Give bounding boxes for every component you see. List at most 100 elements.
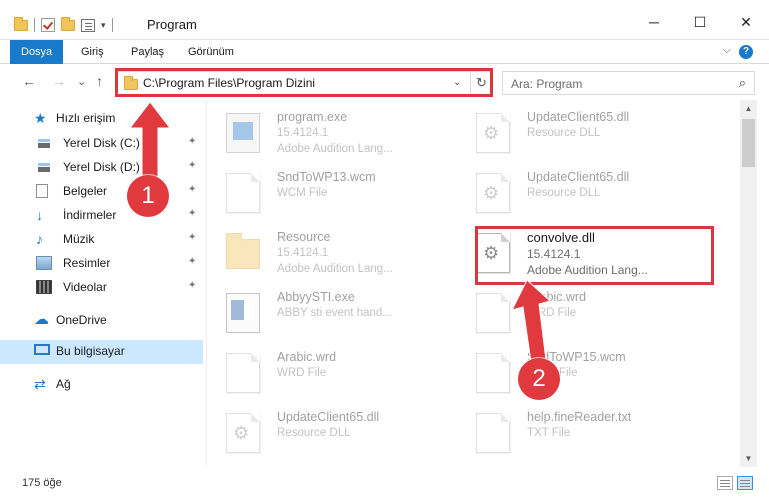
file-icon [476,293,510,333]
sidebar-item-videos[interactable]: Videolar ✦ [0,276,203,298]
ribbon-tabs: Dosya Giriş Paylaş Görünüm ⌵ ? [0,40,769,64]
music-icon: ♪ [36,231,43,247]
file-tile[interactable]: Arabic.wrd WRD File [458,285,698,343]
file-detail: 15.4124.1 [277,247,329,259]
up-arrow-icon[interactable]: ↑ [96,73,103,89]
forward-arrow-icon[interactable]: → [52,73,66,89]
gear-icon: ⚙ [233,423,250,443]
sidebar-item-documents[interactable]: Belgeler ✦ [0,180,203,202]
address-path[interactable]: C:\Program Files\Program Dizini [143,76,315,90]
properties-check-icon[interactable] [41,18,55,32]
file-name: convolve.dll [527,230,595,245]
pin-icon[interactable]: ✦ [188,160,196,171]
new-folder-icon[interactable] [61,16,75,31]
back-arrow-icon[interactable]: ← [22,73,36,89]
documents-icon [36,184,48,198]
file-detail: Resource DLL [527,127,601,139]
tiles-view-icon[interactable] [737,476,753,490]
sidebar-item-this-pc[interactable]: Bu bilgisayar [0,340,203,364]
file-tile[interactable]: program.exe 15.4124.1 Adobe Audition Lan… [208,105,448,163]
title-bar: ▾ Program ─ ☐ ✕ [0,0,769,40]
file-list: program.exe 15.4124.1 Adobe Audition Lan… [208,100,740,467]
file-detail: TXT File [527,427,571,439]
recent-locations-chevron-icon[interactable]: ⌄ [77,75,86,88]
tab-home[interactable]: Giriş [70,40,115,64]
file-tile[interactable]: SndToWP13.wcm WCM File [208,165,448,223]
sidebar-item-local-disk-d[interactable]: Yerel Disk (D:) ✦ [0,156,203,178]
refresh-button[interactable]: ↻ [470,72,492,94]
pin-icon[interactable]: ✦ [188,208,196,219]
file-tile[interactable]: ⚙ UpdateClient65.dll Resource DLL [458,165,698,223]
file-icon [476,353,510,393]
sidebar-item-onedrive[interactable]: ☁ OneDrive [0,309,203,331]
sidebar-item-label: Müzik [63,232,95,246]
sidebar-item-music[interactable]: ♪ Müzik ✦ [0,228,203,250]
file-tile[interactable]: ⚙ UpdateClient65.dll Resource DLL [458,105,698,163]
pin-icon[interactable]: ✦ [188,232,196,243]
pin-icon[interactable]: ✦ [188,256,196,267]
step-1-badge: 1 [127,175,169,217]
search-box[interactable]: Ara: Program ⌕ [502,71,755,95]
file-name: Resource [277,230,331,244]
sidebar-item-label: Bu bilgisayar [56,344,125,358]
gear-icon: ⚙ [483,123,500,143]
address-dropdown-chevron-icon[interactable]: ⌄ [453,77,461,88]
scrollbar-thumb[interactable] [742,119,755,167]
cloud-icon: ☁ [34,311,49,328]
file-name: UpdateClient65.dll [527,110,630,124]
file-name: UpdateClient65.dll [527,170,630,184]
vertical-scrollbar[interactable]: ▲ ▼ [740,100,757,467]
downloads-icon: ↓ [36,207,43,223]
sidebar-item-downloads[interactable]: ↓ İndirmeler ✦ [0,204,203,226]
customize-toolbar-chevron-icon[interactable]: ▾ [101,20,106,31]
scroll-up-icon[interactable]: ▲ [740,100,757,117]
file-tile[interactable]: ⚙ UpdateClient65.dll Resource DLL [208,405,448,463]
pane-divider[interactable] [206,100,207,467]
disk-icon [36,160,52,174]
scroll-down-icon[interactable]: ▼ [740,450,757,467]
sidebar-item-label: İndirmeler [63,208,117,222]
sidebar-item-label: OneDrive [56,313,107,327]
sidebar-item-network[interactable]: ⇄ Ağ [0,373,203,395]
details-view-icon[interactable] [717,476,733,490]
pin-icon[interactable]: ✦ [188,136,196,147]
file-tile[interactable]: Resource 15.4124.1 Adobe Audition Lang..… [208,225,448,283]
file-tile-convolve-dll[interactable]: ⚙ convolve.dll 15.4124.1 Adobe Audition … [458,225,698,283]
tab-share[interactable]: Paylaş [120,40,175,64]
file-tile[interactable]: Arabic.wrd WRD File [208,345,448,403]
properties-icon[interactable] [81,18,95,32]
pin-icon[interactable]: ✦ [188,184,196,195]
file-name: Arabic.wrd [527,290,587,304]
sidebar-item-local-disk-c[interactable]: Yerel Disk (C:) ✦ [0,132,203,154]
tab-file[interactable]: Dosya [10,40,64,64]
file-description: Adobe Audition Lang... [277,263,393,275]
sidebar-item-label: Ağ [56,377,71,391]
minimize-button[interactable]: ─ [631,4,677,40]
address-bar[interactable]: C:\Program Files\Program Dizini ⌄ ↻ [116,71,492,95]
file-tile[interactable]: SndToWP15.wcm WCM File [458,345,698,403]
file-icon [476,413,510,453]
file-detail: WCM File [277,187,328,199]
close-button[interactable]: ✕ [723,4,769,40]
maximize-button[interactable]: ☐ [677,4,723,40]
sidebar-item-quick-access[interactable]: ★ Hızlı erişim [0,107,203,129]
search-input[interactable]: Ara: Program [511,77,582,91]
search-icon[interactable]: ⌕ [739,75,746,91]
sidebar-item-pictures[interactable]: Resimler ✦ [0,252,203,274]
file-tile[interactable]: help.fineReader.txt TXT File [458,405,698,463]
folder-icon[interactable] [14,16,28,31]
file-name: SndToWP13.wcm [277,170,376,184]
file-tile[interactable]: AbbyySTI.exe ABBY sti event hand... [208,285,448,343]
navigation-pane: ★ Hızlı erişim Yerel Disk (C:) ✦ Yerel D… [0,100,206,467]
sidebar-item-label: Belgeler [63,184,108,198]
pin-icon[interactable]: ✦ [188,280,196,291]
computer-icon [34,344,50,355]
sidebar-item-label: Hızlı erişim [56,111,116,125]
quick-access-toolbar: ▾ [14,16,113,34]
help-icon[interactable]: ? [739,45,753,59]
file-detail: 15.4124.1 [277,127,329,139]
file-name: help.fineReader.txt [527,410,632,424]
tab-view[interactable]: Görünüm [177,40,245,64]
expand-ribbon-chevron-icon[interactable]: ⌵ [723,44,731,57]
file-description: Adobe Audition Lang... [527,263,648,277]
